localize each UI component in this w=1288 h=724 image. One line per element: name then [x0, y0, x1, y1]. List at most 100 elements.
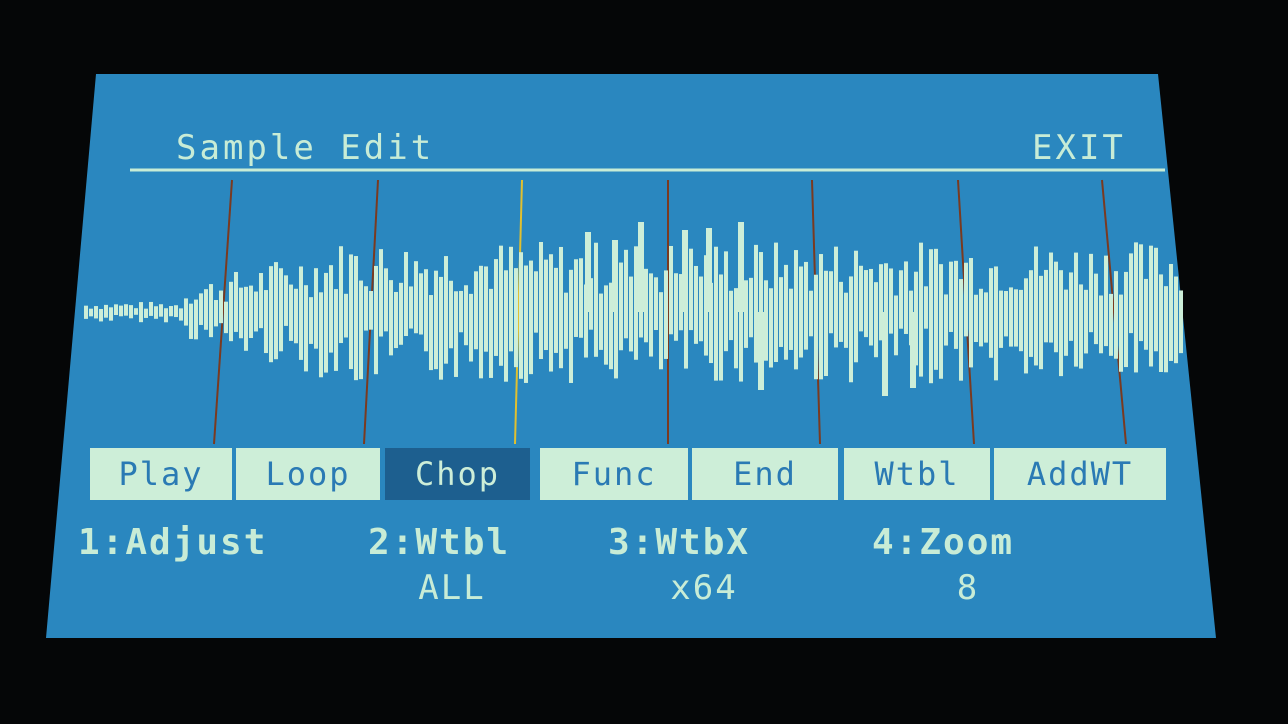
- param-1-label[interactable]: 1:Adjust: [78, 522, 267, 563]
- waveform-spike: [682, 230, 688, 312]
- waveform-bar: [729, 290, 733, 341]
- waveform-bar: [864, 270, 868, 338]
- waveform-bar: [549, 254, 553, 372]
- waveform-spike: [585, 232, 591, 312]
- waveform-bar: [1169, 263, 1173, 361]
- waveform-bar: [314, 268, 318, 349]
- waveform-bar: [944, 294, 948, 346]
- waveform-spike: [758, 312, 764, 390]
- waveform-bar: [1164, 286, 1168, 373]
- waveform-bar: [304, 285, 308, 372]
- waveform-bar: [199, 293, 203, 325]
- waveform-bar: [134, 308, 138, 315]
- waveform-bar: [104, 304, 108, 318]
- waveform-bar: [1079, 284, 1083, 369]
- waveform-bar: [839, 281, 843, 342]
- waveform-bar: [349, 254, 353, 370]
- waveform-bar: [544, 259, 548, 351]
- waveform-bar: [1124, 271, 1128, 368]
- waveform-bar: [734, 288, 738, 369]
- waveform-bar: [319, 292, 323, 378]
- waveform-bar: [904, 261, 908, 334]
- waveform-bar: [634, 246, 638, 360]
- waveform-bar: [939, 264, 943, 379]
- param-2-label[interactable]: 2:Wtbl: [368, 522, 510, 563]
- waveform-bar: [364, 286, 368, 331]
- waveform-bar: [449, 280, 453, 349]
- waveform-bar: [669, 245, 673, 335]
- waveform-bar: [819, 254, 823, 380]
- waveform-bar: [224, 301, 228, 334]
- tab-addwt[interactable]: AddWT: [994, 448, 1166, 500]
- tab-loop[interactable]: Loop: [236, 448, 380, 500]
- waveform-bar: [274, 262, 278, 360]
- exit-button[interactable]: EXIT: [1032, 128, 1126, 168]
- tab-play[interactable]: Play: [90, 448, 232, 500]
- waveform-spike: [706, 228, 712, 312]
- waveform-bar: [644, 268, 648, 343]
- waveform-bar: [464, 285, 468, 346]
- waveform-bar: [974, 294, 978, 342]
- waveform-bar: [429, 295, 433, 371]
- waveform-bar: [424, 269, 428, 352]
- waveform-bar: [509, 246, 513, 352]
- waveform-bar: [219, 290, 223, 324]
- waveform-bar: [174, 305, 178, 318]
- waveform-bar: [804, 261, 808, 350]
- waveform-bar: [489, 288, 493, 378]
- waveform-bar: [694, 265, 698, 344]
- param-3-label[interactable]: 3:WtbX: [608, 522, 750, 563]
- waveform-bar: [474, 271, 478, 350]
- waveform-bar: [649, 273, 653, 357]
- waveform-bar: [984, 292, 988, 343]
- waveform-bar: [654, 277, 658, 331]
- waveform-bar: [309, 297, 313, 344]
- waveform-bar: [689, 248, 693, 331]
- waveform-bar: [859, 265, 863, 332]
- waveform-bar: [114, 304, 118, 316]
- waveform-bar: [579, 258, 583, 338]
- waveform-bar: [779, 277, 783, 347]
- waveform-bar: [179, 308, 183, 321]
- tab-chop[interactable]: Chop: [385, 448, 530, 500]
- waveform-bar: [1019, 289, 1023, 352]
- tab-end[interactable]: End: [692, 448, 838, 500]
- waveform-bar: [159, 304, 163, 317]
- waveform-bar: [444, 256, 448, 364]
- waveform-bar: [1139, 244, 1143, 342]
- waveform-bar: [774, 242, 778, 363]
- waveform-bar: [824, 270, 828, 377]
- waveform-bar: [1159, 274, 1163, 372]
- waveform-bar: [604, 285, 608, 365]
- waveform-bar: [1129, 253, 1133, 334]
- waveform-bar: [359, 280, 363, 380]
- waveform-bar: [374, 265, 378, 375]
- waveform-bar: [1104, 255, 1108, 347]
- tab-func[interactable]: Func: [540, 448, 688, 500]
- waveform-bar: [1114, 271, 1118, 359]
- waveform-bar: [194, 299, 198, 340]
- waveform-bar: [119, 305, 123, 317]
- waveform-bar: [479, 265, 483, 379]
- waveform-bar: [989, 268, 993, 358]
- waveform-bar: [389, 280, 393, 356]
- waveform-spike: [910, 312, 916, 388]
- waveform-bar: [869, 268, 873, 346]
- waveform-bar: [844, 292, 848, 348]
- waveform-bar: [789, 288, 793, 350]
- waveform-bar: [719, 274, 723, 381]
- waveform-bar: [1089, 253, 1093, 333]
- waveform-bar: [344, 293, 348, 338]
- waveform-bar: [1064, 289, 1068, 356]
- waveform-bar: [124, 304, 128, 316]
- waveform-bar: [369, 291, 373, 330]
- waveform-bar: [324, 272, 328, 373]
- waveform-bar: [514, 268, 518, 368]
- waveform-bar: [1144, 278, 1148, 350]
- tab-wtbl[interactable]: Wtbl: [844, 448, 990, 500]
- waveform-bar: [929, 249, 933, 384]
- waveform-bar: [294, 288, 298, 344]
- waveform-bar: [784, 264, 788, 360]
- waveform-bar: [1034, 246, 1038, 366]
- param-4-label[interactable]: 4:Zoom: [872, 522, 1014, 563]
